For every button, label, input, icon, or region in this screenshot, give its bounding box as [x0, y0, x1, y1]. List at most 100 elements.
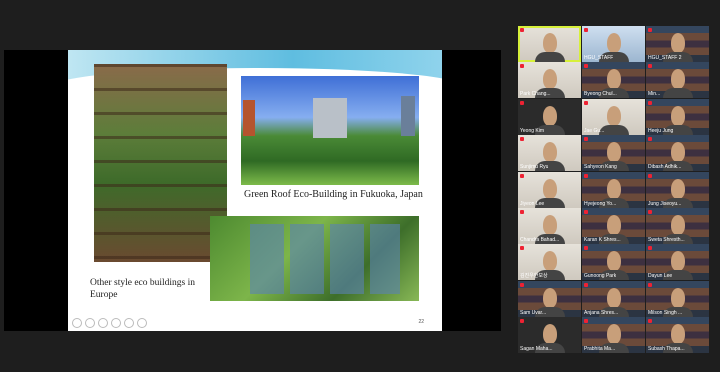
muted-mic-icon: [520, 246, 524, 251]
participant-name: HGU_STAFF 2: [648, 55, 682, 61]
participant-gallery: HGU_STAFF HGU_STAFF 2 Park Chang... Byeong …: [518, 26, 709, 356]
participant-name: Park Chang...: [520, 91, 551, 98]
participant-body: [534, 52, 565, 62]
participant-tile[interactable]: Subash Thapa...: [646, 317, 709, 354]
participant-video: [606, 33, 621, 53]
participant-name: Gunoong Park: [584, 273, 617, 280]
participant-name: 김진우한보상: [520, 273, 548, 280]
shared-screen: Green Roof Eco-Building in Fukuoka, Japa…: [4, 50, 501, 331]
participant-name: Sagan Maha...: [520, 346, 553, 353]
participant-name: Sweta Shresth...: [648, 237, 685, 243]
muted-mic-icon: [584, 210, 588, 214]
participant-name: HGU_STAFF: [584, 55, 614, 61]
slide-controls[interactable]: [72, 318, 147, 328]
building-shape: [401, 96, 415, 136]
participant-tile[interactable]: Anjana Shres...: [582, 280, 645, 317]
participant-tile[interactable]: Dibash Adhik...: [646, 135, 709, 172]
participant-tile[interactable]: Heeju Jung: [646, 98, 709, 135]
participant-video: [670, 142, 685, 163]
participant-video: [542, 33, 557, 53]
participant-tile[interactable]: Dayun Lee: [646, 244, 709, 281]
zoom-icon[interactable]: [124, 318, 134, 328]
participant-tile[interactable]: Jung Jiseoyu...: [646, 171, 709, 208]
muted-mic-icon: [648, 282, 652, 287]
participant-name: Sahyeon Kang: [584, 164, 617, 171]
participant-name: Dayun Lee: [648, 273, 673, 280]
participant-video: [542, 142, 557, 163]
participant-tile[interactable]: Yeong Kim: [518, 98, 581, 135]
participant-video: [606, 324, 621, 345]
muted-mic-icon: [520, 64, 524, 69]
participant-tile[interactable]: Sahyeon Kang: [582, 135, 645, 172]
participant-video: [606, 287, 621, 308]
participant-video: [670, 251, 685, 272]
participant-tile[interactable]: Prabhita Ma...: [582, 317, 645, 354]
participant-tile[interactable]: Byeong Chul...: [582, 62, 645, 99]
participant-name: Chandra Bahad...: [520, 237, 560, 243]
participant-tile[interactable]: Sweta Shresth...: [646, 208, 709, 244]
participant-video: [670, 287, 685, 308]
caption-europe: Other style eco buildings in Europe: [90, 278, 196, 300]
muted-mic-icon: [648, 100, 652, 105]
photo-fukuoka-green-roof: [241, 76, 419, 185]
presentation-slide: Green Roof Eco-Building in Fukuoka, Japa…: [68, 50, 442, 331]
participant-tile[interactable]: Chandra Bahad...: [518, 208, 581, 244]
participant-video: [606, 142, 621, 163]
participant-body: [662, 88, 693, 99]
muted-mic-icon: [584, 64, 588, 69]
muted-mic-icon: [520, 210, 524, 214]
muted-mic-icon: [648, 137, 652, 142]
slide-page-number: 22: [418, 319, 424, 325]
participant-tile[interactable]: Sagan Maha...: [518, 317, 581, 354]
participant-video: [670, 178, 685, 199]
participant-tile[interactable]: Karan K Shres...: [582, 208, 645, 244]
participant-video: [670, 33, 685, 53]
caption-green-roof: Green Roof Eco-Building in Fukuoka, Japa…: [244, 189, 423, 200]
participant-tile[interactable]: Jae Gu...: [582, 98, 645, 135]
muted-mic-icon: [520, 100, 524, 105]
participant-tile[interactable]: 김진우한보상: [518, 244, 581, 281]
participant-tile[interactable]: Jiyeon Lee: [518, 171, 581, 208]
next-slide-icon[interactable]: [85, 318, 95, 328]
participant-tile[interactable]: [518, 26, 581, 62]
participant-tile[interactable]: HGU_STAFF 2: [646, 26, 709, 62]
participant-name: Sunjimu Ryu: [520, 164, 549, 171]
muted-mic-icon: [584, 28, 588, 32]
photo-green-facade: [210, 216, 419, 301]
building-shape: [313, 98, 347, 138]
participant-video: [670, 215, 685, 235]
muted-mic-icon: [648, 319, 652, 324]
muted-mic-icon: [648, 28, 652, 32]
muted-mic-icon: [520, 173, 524, 178]
participant-tile[interactable]: Gunoong Park: [582, 244, 645, 281]
participant-video: [670, 324, 685, 345]
participant-name: Karan K Shres...: [584, 237, 621, 243]
muted-mic-icon: [520, 28, 524, 32]
participant-tile[interactable]: Park Chang...: [518, 62, 581, 99]
participant-name: Sam Uvar...: [520, 309, 547, 316]
participant-video: [606, 105, 621, 126]
participant-name: Anjana Shres...: [584, 309, 619, 316]
participant-video: [606, 251, 621, 272]
more-icon[interactable]: [137, 318, 147, 328]
prev-slide-icon[interactable]: [72, 318, 82, 328]
pen-icon[interactable]: [98, 318, 108, 328]
participant-tile[interactable]: Sunjimu Ryu: [518, 135, 581, 172]
participant-tile[interactable]: Hyejeong Yo...: [582, 171, 645, 208]
muted-mic-icon: [520, 137, 524, 142]
participant-tile[interactable]: HGU_STAFF: [582, 26, 645, 62]
participant-video: [670, 69, 685, 90]
muted-mic-icon: [584, 319, 588, 324]
participant-tile[interactable]: Milson Singh ...: [646, 280, 709, 317]
participant-video: [542, 69, 557, 90]
muted-mic-icon: [648, 173, 652, 178]
participant-video: [542, 215, 557, 235]
grid-icon[interactable]: [111, 318, 121, 328]
muted-mic-icon: [584, 100, 588, 105]
participant-tile[interactable]: Sam Uvar...: [518, 280, 581, 317]
participant-tile[interactable]: Min...: [646, 62, 709, 99]
photo-vertical-garden-building: [94, 64, 227, 262]
participant-video: [670, 105, 685, 126]
participant-video: [542, 287, 557, 308]
participant-name: Jung Jiseoyu...: [648, 200, 682, 207]
